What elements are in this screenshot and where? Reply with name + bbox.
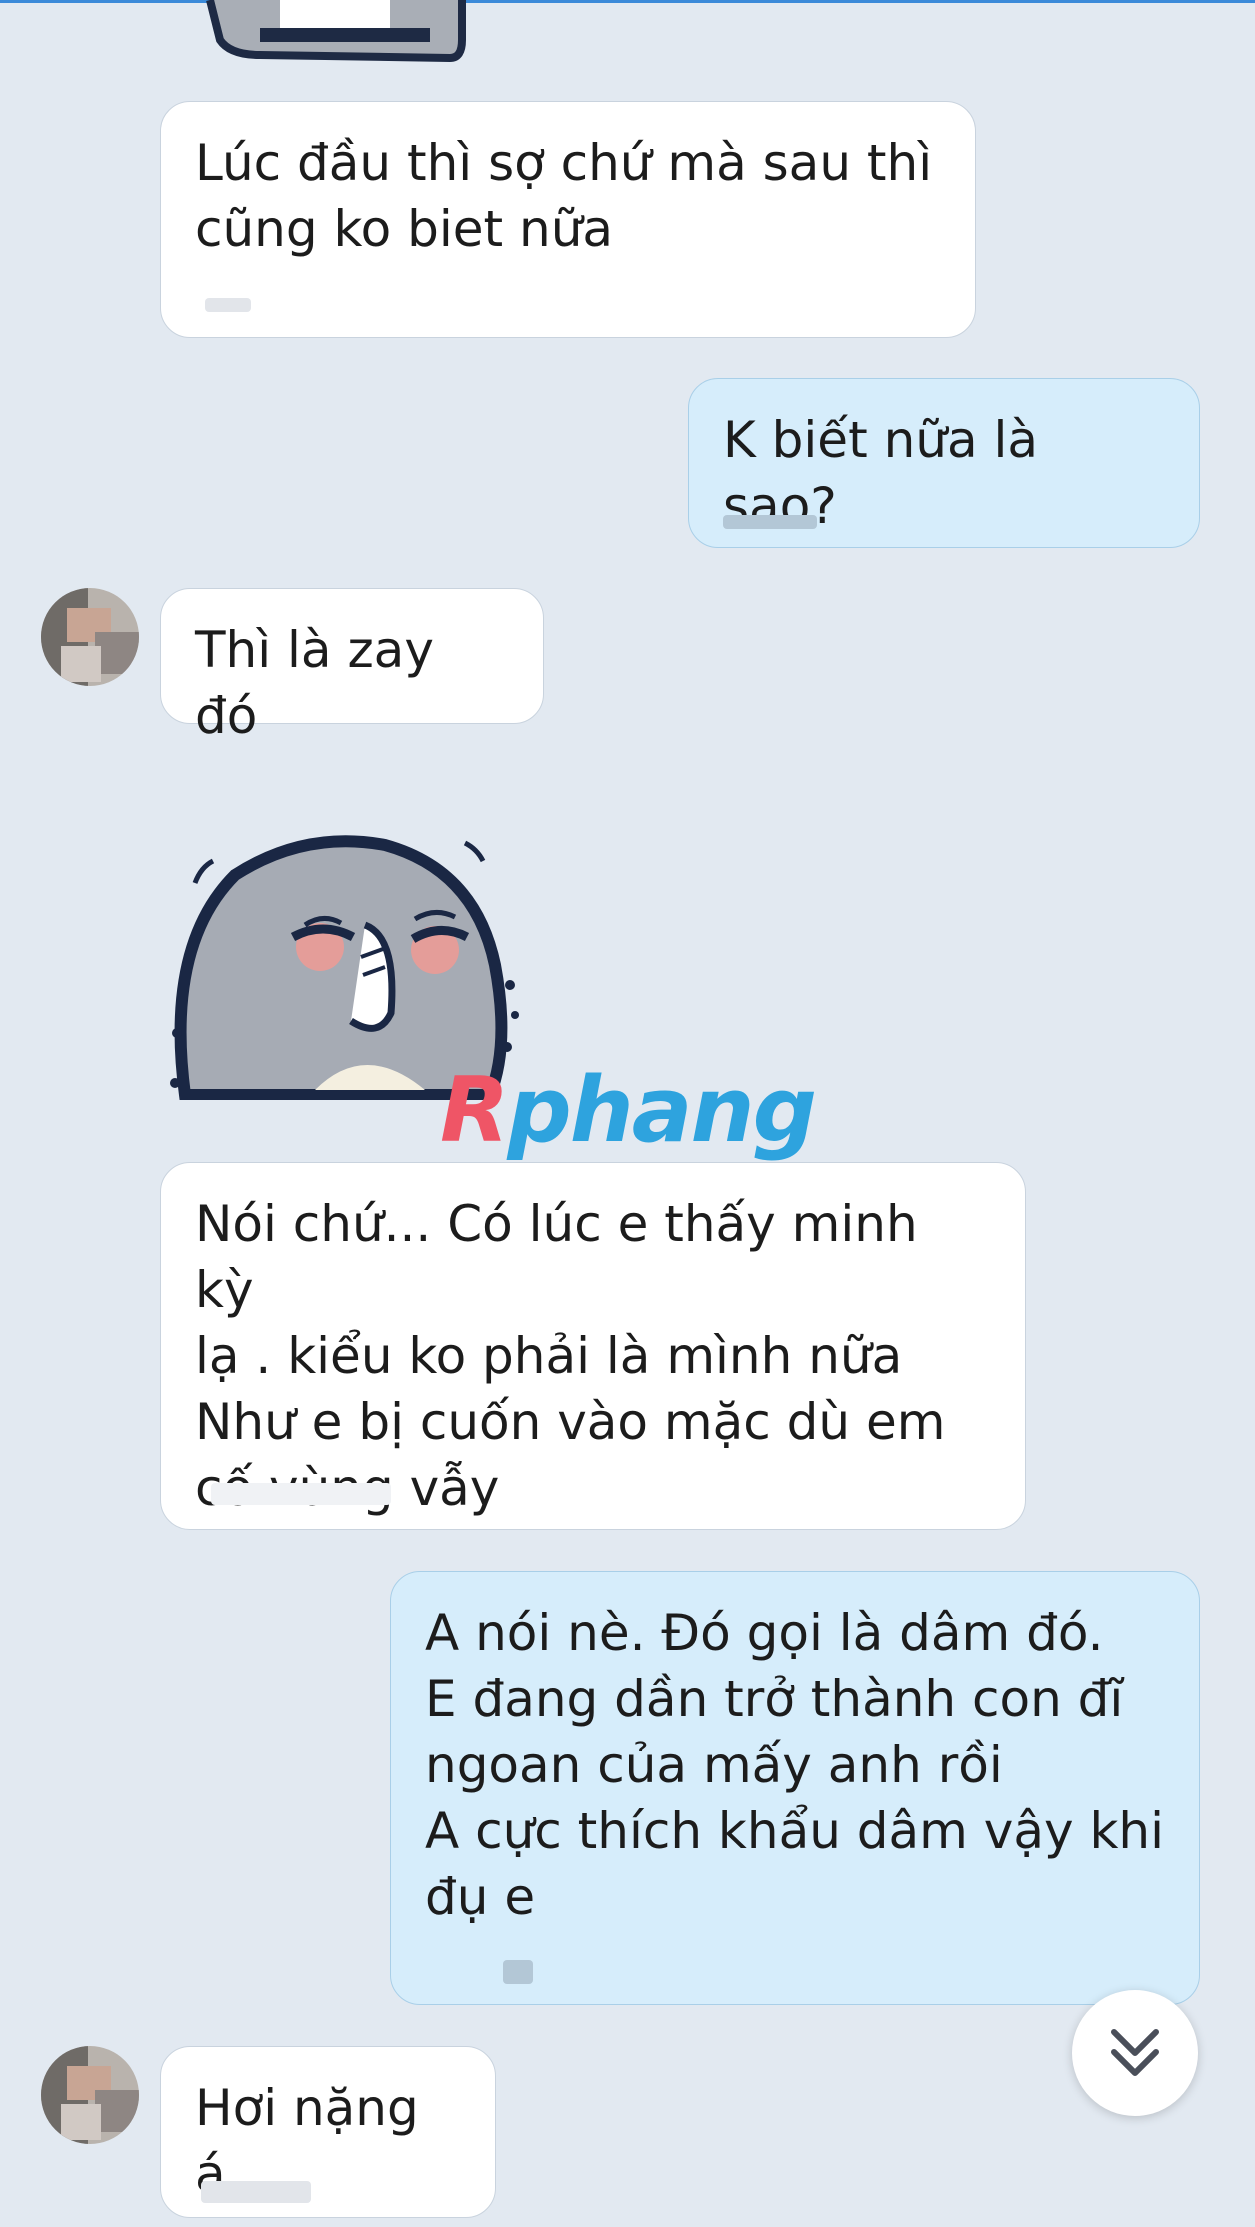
message-text: Nói chứ... Có lúc e thấy minh kỳ lạ . ki…: [195, 1195, 946, 1517]
message-bubble-incoming[interactable]: Lúc đầu thì sợ chứ mà sau thì cũng ko bi…: [160, 101, 976, 338]
top-accent-line: [0, 0, 1255, 3]
message-bubble-incoming[interactable]: Nói chứ... Có lúc e thấy minh kỳ lạ . ki…: [160, 1162, 1026, 1530]
message-text: Lúc đầu thì sợ chứ mà sau thì cũng ko bi…: [195, 134, 933, 258]
message-text: A nói nè. Đó gọi là dâm đó. E đang dần t…: [425, 1604, 1165, 1926]
timestamp-blurred: [201, 2181, 311, 2203]
message-bubble-incoming[interactable]: Hơi nặng á: [160, 2046, 496, 2218]
message-text: Thì là zay đó: [195, 621, 434, 745]
watermark-part-2: phang: [507, 1058, 817, 1163]
timestamp-blurred: [205, 298, 251, 312]
message-bubble-outgoing[interactable]: A nói nè. Đó gọi là dâm đó. E đang dần t…: [390, 1571, 1200, 2005]
avatar[interactable]: [41, 2046, 139, 2144]
timestamp-blurred: [723, 515, 817, 529]
scroll-to-bottom-button[interactable]: [1072, 1990, 1198, 2116]
cropped-sticker: [206, 0, 466, 62]
timestamp-blurred: [503, 1960, 533, 1984]
watermark-logo: Rphang: [440, 1058, 817, 1163]
message-bubble-outgoing[interactable]: K biết nữa là sao?: [688, 378, 1200, 548]
message-bubble-incoming[interactable]: Thì là zay đó: [160, 588, 544, 745]
double-chevron-down-icon: [1111, 2029, 1159, 2076]
avatar[interactable]: [41, 588, 139, 686]
timestamp-blurred: [211, 1483, 391, 1505]
watermark-part-1: R: [440, 1058, 509, 1163]
